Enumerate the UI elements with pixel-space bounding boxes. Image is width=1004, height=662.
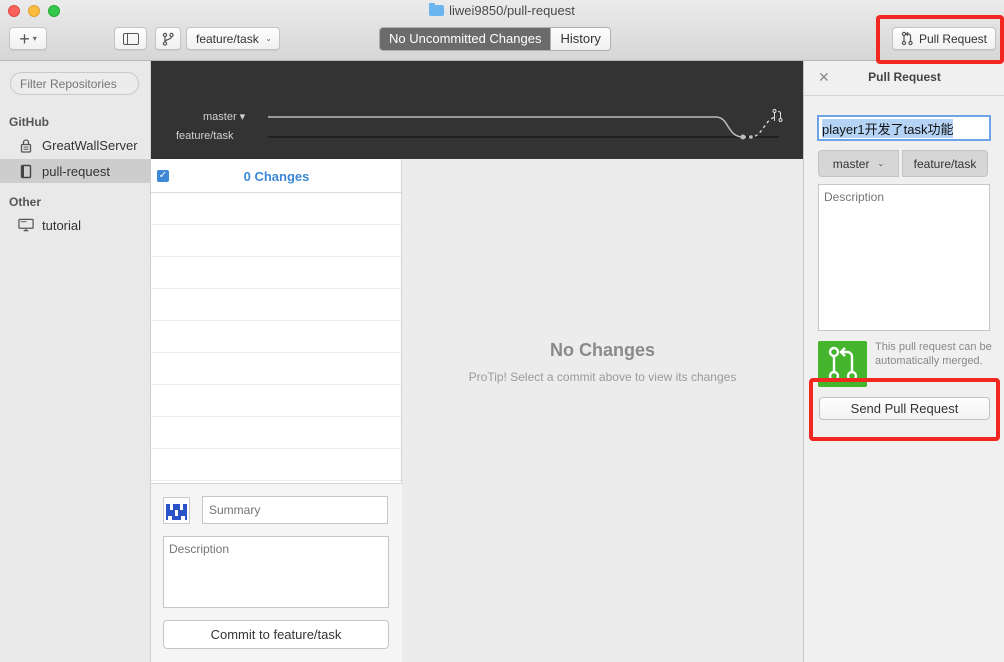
- list-item: [151, 385, 401, 417]
- sidebar-item-label: pull-request: [42, 163, 110, 179]
- window-title: liwei9850/pull-request: [0, 3, 1004, 18]
- branch-graph[interactable]: master ▾ feature/task: [151, 61, 803, 159]
- changes-header: ✓ 0 Changes: [151, 159, 401, 193]
- no-changes-heading: No Changes: [549, 340, 655, 360]
- repository-sidebar: GitHub GreatWallServer pull-request Othe…: [0, 61, 151, 662]
- toggle-sidebar-button[interactable]: [114, 27, 147, 50]
- pull-request-panel-header: ✕ Pull Request: [804, 61, 1004, 96]
- folder-icon: [429, 3, 445, 16]
- filter-repositories-input[interactable]: [10, 72, 139, 95]
- pull-request-panel: ✕ Pull Request player1开发了task功能 master ⌄…: [803, 61, 1004, 662]
- chevron-down-icon: ⌄: [877, 159, 885, 168]
- pull-request-title-value: player1开发了task功能: [822, 118, 954, 138]
- sidebar-item-label: GreatWallServer: [42, 137, 138, 153]
- chevron-down-icon: ▾: [32, 34, 37, 43]
- base-branch-dropdown[interactable]: master ⌄: [818, 150, 899, 177]
- create-branch-button[interactable]: [155, 27, 181, 50]
- pull-request-icon: [901, 31, 913, 46]
- commit-description-input[interactable]: [163, 536, 389, 608]
- commit-button[interactable]: Commit to feature/task: [163, 620, 389, 649]
- sidebar-item-tutorial[interactable]: tutorial: [0, 213, 151, 237]
- pull-request-button[interactable]: Pull Request: [892, 27, 996, 50]
- changes-count: 0 Changes: [243, 169, 310, 184]
- base-branch-label: master: [832, 156, 870, 171]
- chevron-down-icon: ⌄: [265, 34, 272, 43]
- monitor-icon: [18, 218, 34, 232]
- list-item: [151, 417, 401, 449]
- list-item: [151, 353, 401, 385]
- list-item: [151, 193, 401, 225]
- plus-icon: +: [19, 28, 30, 49]
- branch-icon: [162, 32, 174, 46]
- pull-request-branches: master ⌄ feature/task: [818, 150, 988, 177]
- tab-uncommitted-changes[interactable]: No Uncommitted Changes: [380, 28, 551, 50]
- pull-request-panel-title: Pull Request: [868, 70, 941, 84]
- branch-graph-lines: [268, 109, 783, 140]
- commit-area: Commit to feature/task: [151, 483, 402, 662]
- list-item: [151, 449, 401, 481]
- pull-request-description-input[interactable]: [818, 184, 990, 331]
- sidebar-icon: [122, 32, 139, 45]
- window-title-text: liwei9850/pull-request: [449, 3, 575, 18]
- sidebar-section-github: GitHub: [9, 115, 49, 129]
- toolbar: liwei9850/pull-request + ▾ feature/task …: [0, 0, 1004, 61]
- sidebar-section-other: Other: [9, 195, 42, 209]
- sidebar-item-pull-request[interactable]: pull-request: [0, 159, 151, 183]
- mergeable-status-icon: [818, 341, 867, 387]
- sidebar-item-greatwallserver[interactable]: GreatWallServer: [0, 133, 151, 157]
- merge-status-text: This pull request can be automatically m…: [875, 341, 992, 367]
- list-item: [151, 225, 401, 257]
- head-branch-label: feature/task: [902, 150, 988, 177]
- pull-request-icon: [772, 109, 783, 122]
- protip-text: ProTip! Select a commit above to view it…: [468, 370, 737, 384]
- list-item: [151, 289, 401, 321]
- list-item: [151, 321, 401, 353]
- add-repository-button[interactable]: + ▾: [9, 27, 47, 50]
- branch-dropdown[interactable]: feature/task ⌄: [186, 27, 280, 50]
- repo-book-icon: [18, 164, 34, 179]
- tab-history[interactable]: History: [550, 28, 610, 50]
- changes-list: ✓ 0 Changes Commit to feature/task: [151, 159, 402, 662]
- lock-icon: [18, 138, 34, 153]
- diff-pane: No Changes ProTip! Select a commit above…: [402, 159, 803, 662]
- commit-summary-input[interactable]: [202, 496, 388, 524]
- send-pull-request-button[interactable]: Send Pull Request: [819, 397, 990, 420]
- branch-dropdown-label: feature/task: [196, 31, 259, 46]
- pull-request-title-input[interactable]: player1开发了task功能: [817, 115, 991, 141]
- sidebar-item-label: tutorial: [42, 217, 82, 233]
- avatar: [163, 497, 190, 524]
- view-segmented-control: No Uncommitted Changes History: [379, 27, 611, 51]
- pull-request-button-label: Pull Request: [918, 31, 988, 46]
- list-item: [151, 257, 401, 289]
